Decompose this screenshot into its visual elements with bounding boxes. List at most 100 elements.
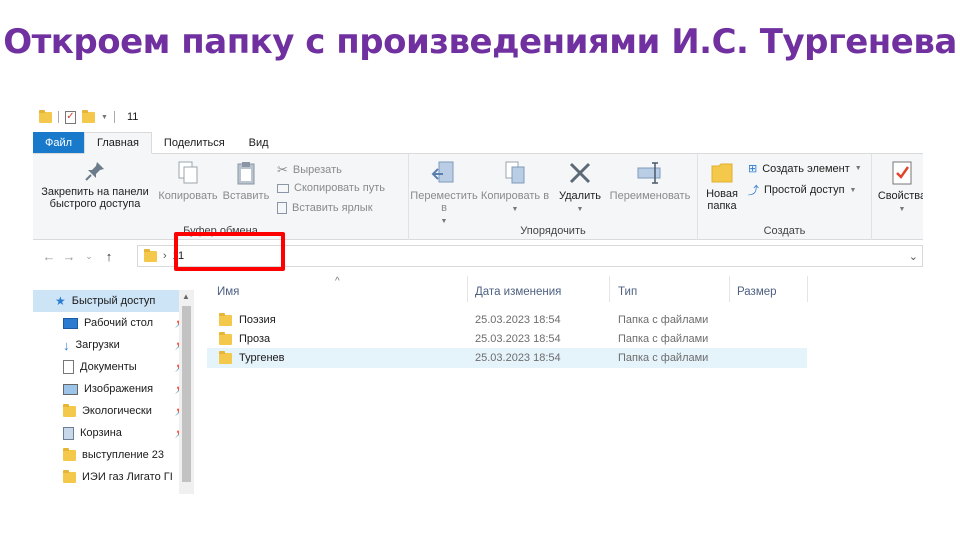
- cut-button[interactable]: ✂ Вырезать: [277, 162, 342, 178]
- create-group-label: Создать: [763, 225, 806, 237]
- breadcrumb-separator-icon: ›: [163, 250, 167, 262]
- new-item-button[interactable]: ⊞ Создать элемент ▼: [748, 162, 862, 176]
- properties-button[interactable]: Свойства ▼: [874, 160, 923, 216]
- file-name: Тургенев: [239, 352, 285, 364]
- desktop-icon: [63, 317, 78, 329]
- folder-icon: [63, 403, 76, 417]
- sidebar-item-eco-folder[interactable]: Экологически 📌: [33, 400, 193, 422]
- ribbon: Закрепить на панели быстрого доступа Коп…: [33, 154, 923, 240]
- column-divider[interactable]: [807, 276, 808, 302]
- new-item-icon: ⊞: [748, 163, 758, 175]
- folder-icon: [63, 469, 76, 483]
- folder-icon: [144, 248, 157, 262]
- properties-check-icon[interactable]: ✓: [65, 110, 76, 124]
- column-header-size[interactable]: Размер: [737, 286, 777, 298]
- column-divider[interactable]: [609, 276, 610, 302]
- file-type: Папка с файлами: [618, 314, 709, 326]
- folder-icon: [219, 331, 232, 345]
- table-row-selected[interactable]: Тургенев 25.03.2023 18:54 Папка с файлам…: [207, 348, 807, 368]
- table-row[interactable]: Поэзия 25.03.2023 18:54 Папка с файлами: [207, 310, 807, 330]
- customize-dropdown-icon[interactable]: ▼: [101, 114, 108, 121]
- file-date: 25.03.2023 18:54: [475, 333, 561, 345]
- paste-button[interactable]: Вставить: [221, 160, 271, 202]
- delete-x-icon: [569, 162, 591, 184]
- move-to-button[interactable]: Переместить в ▼: [409, 160, 479, 228]
- rename-button[interactable]: Переименовать: [605, 160, 695, 202]
- easy-access-button[interactable]: ⤴ Простой доступ ▼: [748, 182, 856, 198]
- copy-to-button[interactable]: Копировать в ▼: [479, 160, 551, 216]
- new-folder-icon[interactable]: [82, 109, 95, 123]
- sidebar-item-downloads[interactable]: ↓ Загрузки 📌: [33, 334, 193, 356]
- up-arrow-icon[interactable]: ↑: [99, 249, 119, 264]
- tab-share[interactable]: Поделиться: [152, 132, 237, 153]
- dropdown-icon: ▼: [849, 186, 857, 194]
- rename-icon: [637, 162, 661, 184]
- paste-icon: [237, 162, 255, 185]
- delete-button[interactable]: Удалить ▼: [555, 160, 605, 216]
- copy-path-button[interactable]: Скопировать путь: [277, 182, 385, 194]
- tab-file[interactable]: Файл: [33, 132, 85, 153]
- column-headers: Имя Дата изменения Тип Размер: [207, 276, 817, 302]
- organize-group-label: Упорядочить: [520, 225, 586, 237]
- recent-dropdown-icon[interactable]: ⌄: [79, 251, 99, 262]
- sidebar-item-iei-folder[interactable]: ИЭИ газ Лигато ГІ: [33, 466, 193, 488]
- back-arrow-icon[interactable]: ←: [39, 249, 59, 264]
- file-name: Поэзия: [239, 314, 276, 326]
- column-divider[interactable]: [467, 276, 468, 302]
- chevron-down-icon[interactable]: ⌄: [909, 250, 918, 263]
- folder-icon: [219, 350, 232, 364]
- scroll-up-icon[interactable]: ▲: [182, 292, 190, 301]
- copy-icon: [178, 161, 198, 184]
- column-header-date[interactable]: Дата изменения: [475, 286, 561, 298]
- scrollbar-thumb[interactable]: [182, 306, 191, 482]
- paste-shortcut-button[interactable]: Вставить ярлык: [277, 202, 373, 214]
- file-explorer-window: ✓ ▼ 11 Файл Главная Поделиться Вид Закре…: [33, 104, 923, 494]
- file-list: ^ Имя Дата изменения Тип Размер Поэзия 2…: [207, 276, 817, 494]
- tab-home[interactable]: Главная: [84, 132, 152, 154]
- clipboard-group: Закрепить на панели быстрого доступа Коп…: [33, 154, 409, 240]
- slide-title: Откроем папку с произведениями И.С. Тург…: [3, 22, 957, 62]
- sidebar-item-speech-folder[interactable]: выступление 23: [33, 444, 193, 466]
- column-divider[interactable]: [729, 276, 730, 302]
- table-row[interactable]: Проза 25.03.2023 18:54 Папка с файлами: [207, 329, 807, 345]
- open-group: Свойства ▼: [872, 154, 923, 240]
- sidebar-item-quick-access[interactable]: ★ Быстрый доступ: [33, 290, 193, 312]
- quick-access-toolbar: ✓ ▼ 11: [33, 104, 923, 130]
- sidebar-item-pictures[interactable]: Изображения 📌: [33, 378, 193, 400]
- sidebar-item-desktop[interactable]: Рабочий стол 📌: [33, 312, 193, 334]
- pin-icon: [85, 162, 104, 181]
- new-folder-button[interactable]: Новая папка: [700, 160, 744, 212]
- file-type: Папка с файлами: [618, 352, 709, 364]
- copy-button[interactable]: Копировать: [157, 160, 219, 202]
- file-date: 25.03.2023 18:54: [475, 314, 561, 326]
- scissors-icon: ✂: [277, 162, 288, 177]
- recycle-bin-icon: [63, 426, 74, 440]
- copy-to-icon: [505, 161, 525, 184]
- navigation-pane: ★ Быстрый доступ Рабочий стол 📌 ↓ Загруз…: [33, 290, 193, 494]
- sidebar-scrollbar[interactable]: ▲: [179, 290, 194, 494]
- file-name: Проза: [239, 333, 271, 345]
- separator: [58, 111, 59, 123]
- easy-access-icon: ⤴: [748, 185, 759, 197]
- highlight-box: [174, 232, 285, 271]
- column-header-name[interactable]: Имя: [217, 286, 239, 298]
- forward-arrow-icon[interactable]: →: [59, 249, 79, 264]
- tab-view[interactable]: Вид: [237, 132, 281, 153]
- pin-quick-access-button[interactable]: Закрепить на панели быстрого доступа: [37, 160, 153, 210]
- new-folder-icon: [711, 163, 733, 183]
- navigation-bar: ← → ⌄ ↑ › 11 ⌄: [33, 242, 923, 270]
- star-icon: ★: [55, 294, 66, 308]
- sidebar-item-documents[interactable]: Документы 📌: [33, 356, 193, 378]
- column-header-type[interactable]: Тип: [618, 286, 637, 298]
- pictures-icon: [63, 383, 78, 395]
- properties-icon: [892, 161, 912, 185]
- documents-icon: [63, 360, 74, 374]
- paste-shortcut-icon: [277, 202, 287, 214]
- ribbon-tabs: Файл Главная Поделиться Вид: [33, 132, 923, 154]
- file-type: Папка с файлами: [618, 333, 709, 345]
- folder-icon[interactable]: [39, 109, 52, 123]
- move-to-icon: [431, 161, 454, 183]
- create-group: Новая папка ⊞ Создать элемент ▼ ⤴ Просто…: [698, 154, 872, 240]
- separator: [113, 111, 115, 123]
- sidebar-item-recycle-bin[interactable]: Корзина 📌: [33, 422, 193, 444]
